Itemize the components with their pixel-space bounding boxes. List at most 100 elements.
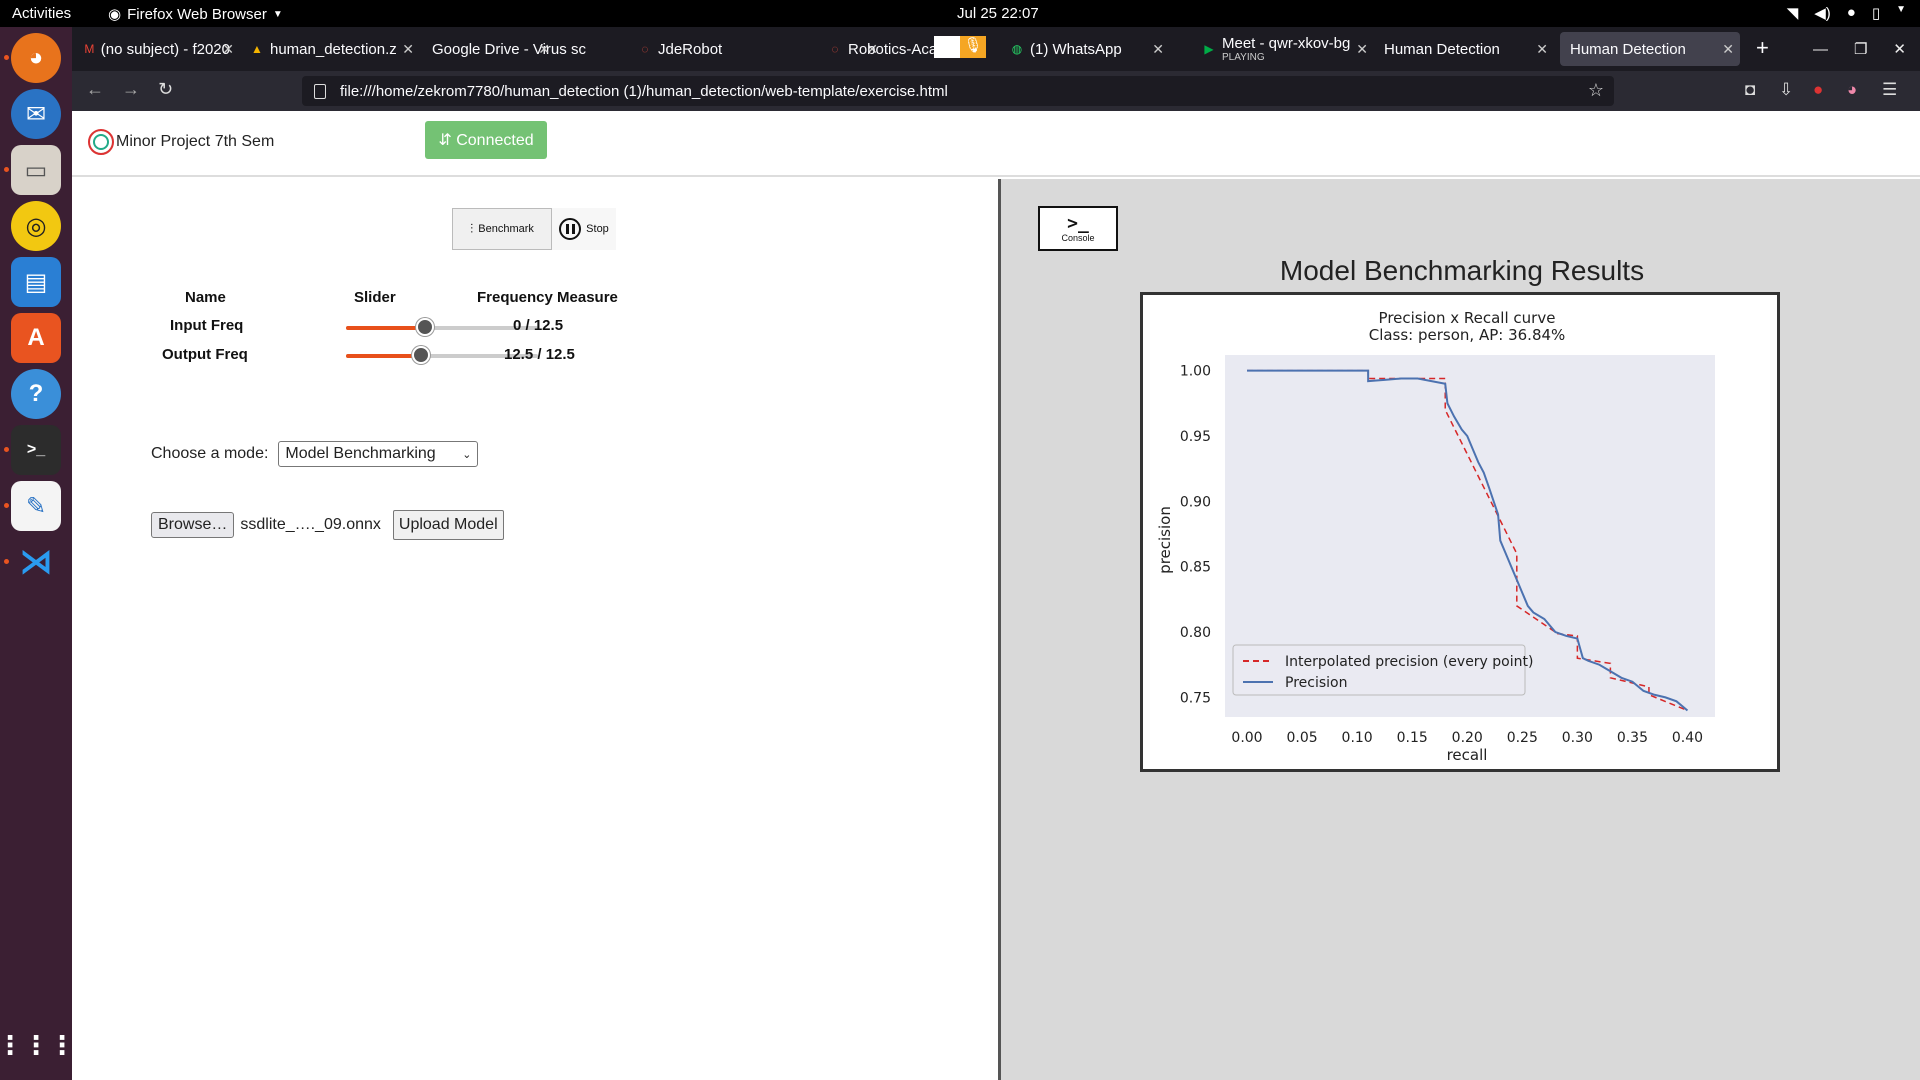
hamburger-menu-icon[interactable]: ☰ <box>1882 80 1897 100</box>
writer-launcher-icon[interactable]: ▤ <box>11 257 61 307</box>
close-tab-icon[interactable]: ✕ <box>1356 41 1368 58</box>
slider-fill <box>346 354 421 358</box>
extension-icon[interactable]: ● <box>1813 80 1823 100</box>
downloads-icon[interactable]: ⇩ <box>1779 80 1793 100</box>
files-launcher-icon[interactable]: ▭ <box>11 145 61 195</box>
x-tick-label: 0.10 <box>1342 730 1373 746</box>
results-title: Model Benchmarking Results <box>1279 255 1645 286</box>
column-header-frequency: Frequency Measure <box>477 289 618 306</box>
legend-box <box>1232 644 1526 696</box>
upload-model-button[interactable]: Upload Model <box>392 510 504 540</box>
close-window-icon[interactable]: ✕ <box>1893 40 1906 58</box>
connection-status-button[interactable]: ⇵ Connected <box>425 121 547 159</box>
mode-label: Choose a mode: <box>151 445 269 462</box>
firefox-launcher-icon[interactable]: ◕ <box>11 33 61 83</box>
running-indicator <box>4 503 9 508</box>
plot-frame: Precision x Recall curve Class: person, … <box>1140 292 1780 772</box>
new-tab-button[interactable]: + <box>1756 35 1769 61</box>
mode-select[interactable]: Model Benchmarking ⌄ <box>278 441 479 467</box>
input-freq-label: Input Freq <box>170 317 244 334</box>
rhythmbox-launcher-icon[interactable]: ◎ <box>11 201 61 251</box>
logo-icon <box>88 129 114 155</box>
slider-fill <box>346 326 425 330</box>
brand[interactable]: Minor Project 7th Sem <box>88 129 274 155</box>
robotics-icon: ◌ <box>831 42 839 56</box>
reload-icon[interactable]: ↻ <box>158 79 173 100</box>
running-indicator <box>4 55 9 60</box>
back-arrow-icon[interactable]: ← <box>86 79 104 100</box>
pause-icon <box>559 218 582 240</box>
chevron-down-icon: ⌄ <box>462 448 472 461</box>
tab-meet[interactable]: ▶ Meet - qwr-xkov-bg PLAYING ✕ <box>1192 32 1374 66</box>
stop-button[interactable]: Stop <box>552 208 616 250</box>
app-center-launcher-icon[interactable]: A <box>11 313 61 363</box>
web-page: Minor Project 7th Sem ⇵ Connected ⫶ Benc… <box>72 111 1920 1080</box>
y-tick-label: 0.75 <box>1180 690 1211 706</box>
text-editor-launcher-icon[interactable]: ✎ <box>11 481 61 531</box>
close-tab-icon[interactable]: ✕ <box>538 41 550 58</box>
volume-icon: ◀) <box>1814 5 1831 22</box>
system-tray[interactable]: ◥ ◀) ● ▯ ▼ <box>1787 4 1906 22</box>
battery-icon: ▯ <box>1871 5 1881 22</box>
console-button[interactable]: >_ Console <box>1038 206 1118 251</box>
playing-label: PLAYING <box>1222 52 1265 63</box>
activities-button[interactable]: Activities <box>12 5 71 22</box>
y-tick-label: 0.95 <box>1180 429 1211 445</box>
tab-human-detection[interactable]: Human Detection ✕ <box>1374 32 1554 66</box>
help-launcher-icon[interactable]: ? <box>11 369 61 419</box>
chart-icon: ⫶ <box>470 221 474 236</box>
x-axis-label: recall <box>1447 746 1488 764</box>
legend-label: Precision <box>1285 675 1347 691</box>
mode-row: Choose a mode: Model Benchmarking ⌄ <box>151 441 479 467</box>
control-panel: ⫶ Benchmark Stop Name Slider Frequency M… <box>72 179 998 1080</box>
show-apps-grid-icon[interactable]: ⋮⋮⋮ <box>0 1020 75 1070</box>
output-freq-label: Output Freq <box>162 346 248 363</box>
x-ticks: 0.00 0.05 0.10 0.15 0.20 0.25 0.30 0.35 0.40 <box>1231 730 1703 746</box>
close-tab-icon[interactable]: ✕ <box>222 41 234 58</box>
thunderbird-launcher-icon[interactable]: ✉ <box>11 89 61 139</box>
system-top-bar: Activities ◉ Firefox Web Browser ▼ Jul 2… <box>0 0 1920 27</box>
dock: ◕ ✉ ▭ ◎ ▤ A ? >_ ✎ ⋊ ⋮⋮⋮ <box>0 27 75 1080</box>
close-tab-icon[interactable]: ✕ <box>402 41 414 58</box>
tab-human-detection-active[interactable]: Human Detection ✕ <box>1560 32 1740 66</box>
browse-button[interactable]: Browse… <box>151 512 235 538</box>
forward-arrow-icon[interactable]: → <box>122 79 140 100</box>
close-tab-icon[interactable]: ✕ <box>1536 41 1548 58</box>
tab-robotics-academy[interactable]: ◌ Robotics-Aca 🎙 <box>818 32 998 66</box>
tab-label: Google Drive - Virus sc <box>432 40 586 58</box>
microphone-sharing-icon[interactable]: 🎙 <box>960 36 986 58</box>
tab-label: Meet - qwr-xkov-bg <box>1222 34 1351 52</box>
clock[interactable]: Jul 25 22:07 <box>957 5 1039 22</box>
benchmark-button[interactable]: ⫶ Benchmark <box>452 208 552 250</box>
x-tick-label: 0.30 <box>1562 730 1593 746</box>
slider-handle[interactable] <box>415 318 434 336</box>
output-freq-measure: 12.5 / 12.5 <box>504 346 575 363</box>
running-indicator <box>4 447 9 452</box>
microphone-icon: ● <box>1846 4 1856 21</box>
tab-human-detection-zip[interactable]: ▲ human_detection.z ✕ <box>240 32 420 66</box>
page-header: Minor Project 7th Sem ⇵ Connected <box>72 111 1920 177</box>
selected-file-name: ssdlite_…._09.onnx <box>240 516 381 533</box>
url-bar[interactable]: file:///home/zekrom7780/human_detection … <box>302 76 1614 106</box>
slider-handle[interactable] <box>411 346 430 364</box>
app-menu[interactable]: ◉ Firefox Web Browser ▼ <box>108 5 283 24</box>
wifi-icon: ◥ <box>1786 5 1799 22</box>
terminal-icon: >_ <box>1067 212 1089 234</box>
tab-gmail[interactable]: M (no subject) - f2020 ✕ <box>74 32 240 66</box>
x-tick-label: 0.35 <box>1617 730 1648 746</box>
input-freq-slider[interactable] <box>346 318 538 336</box>
minimize-icon[interactable]: — <box>1813 41 1828 58</box>
x-tick-label: 0.00 <box>1231 730 1262 746</box>
tab-label: JdeRobot <box>658 40 723 58</box>
restore-icon[interactable]: ❐ <box>1854 40 1867 58</box>
audio-indicator-icon[interactable] <box>934 36 960 58</box>
terminal-launcher-icon[interactable]: >_ <box>11 425 61 475</box>
vscode-launcher-icon[interactable]: ⋊ <box>11 537 61 587</box>
account-avatar-icon[interactable]: ◕ <box>1847 80 1857 100</box>
bookmark-star-icon[interactable]: ☆ <box>1588 80 1604 101</box>
tab-label: Robotics-Aca <box>848 40 938 58</box>
y-ticks: 0.75 0.80 0.85 0.90 0.95 1.00 <box>1180 364 1211 707</box>
close-tab-icon[interactable]: ✕ <box>1152 41 1164 58</box>
close-tab-icon[interactable]: ✕ <box>1722 41 1734 58</box>
pocket-icon[interactable]: ◘ <box>1745 80 1755 100</box>
